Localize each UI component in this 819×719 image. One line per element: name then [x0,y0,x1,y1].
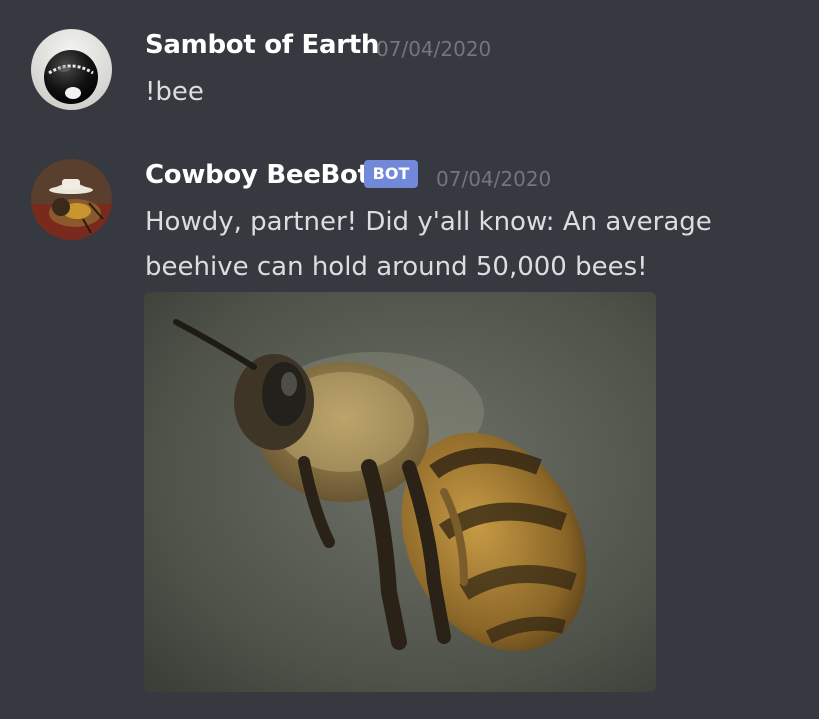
username[interactable]: Sambot of Earth [145,30,379,60]
bee-image [144,292,656,692]
message-text-line-1: Howdy, partner! Did y'all know: An avera… [145,207,712,237]
avatar-cowboy-beebot[interactable] [31,159,112,240]
magic-8-ball-icon [31,29,112,110]
bee-image-attachment[interactable] [144,292,656,692]
username[interactable]: Cowboy BeeBot [145,160,370,190]
message-text-line-2: beehive can hold around 50,000 bees! [145,252,648,282]
avatar-sambot[interactable] [31,29,112,110]
cowboy-bee-icon [31,159,112,240]
timestamp: 07/04/2020 [436,167,552,191]
bot-badge: BOT [364,160,418,188]
message-text: !bee [145,77,204,107]
timestamp: 07/04/2020 [376,37,492,61]
